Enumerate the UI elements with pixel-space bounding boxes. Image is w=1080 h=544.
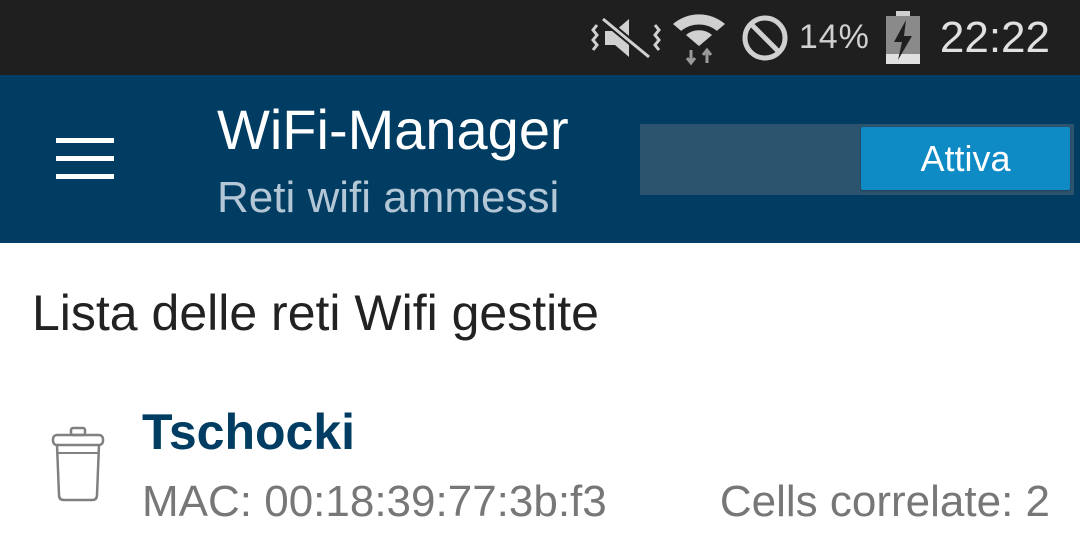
hamburger-menu-icon bbox=[56, 138, 114, 179]
network-cells-count: Cells correlate: 2 bbox=[719, 477, 1050, 526]
delete-network-button[interactable] bbox=[44, 425, 112, 505]
app-bar: WiFi-Manager Reti wifi ammessi Attiva bbox=[0, 75, 1080, 243]
vibrate-off-icon bbox=[590, 15, 661, 60]
section-title: Lista delle reti Wifi gestite bbox=[32, 285, 599, 341]
do-not-disturb-icon bbox=[742, 15, 788, 60]
status-icons: 14% 22:22 bbox=[590, 0, 1050, 75]
app-title: WiFi-Manager bbox=[217, 98, 569, 161]
app-subtitle: Reti wifi ammessi bbox=[217, 173, 560, 222]
menu-button[interactable] bbox=[40, 119, 130, 199]
network-list-item[interactable]: Tschocki MAC: 00:18:39:77:3b:f3 Cells co… bbox=[0, 395, 1080, 544]
battery-charging-icon bbox=[885, 10, 920, 64]
clock: 22:22 bbox=[939, 12, 1050, 62]
network-name: Tschocki bbox=[142, 404, 356, 460]
trash-icon bbox=[51, 426, 105, 502]
activate-toggle-button[interactable]: Attiva bbox=[861, 127, 1070, 190]
wifi-data-icon bbox=[672, 13, 725, 65]
network-mac: MAC: 00:18:39:77:3b:f3 bbox=[142, 477, 607, 526]
battery-percent: 14% bbox=[798, 18, 870, 56]
status-bar: 14% 22:22 bbox=[0, 0, 1080, 75]
screen: 14% 22:22 WiFi-Manager Reti wifi ammessi… bbox=[0, 0, 1080, 544]
